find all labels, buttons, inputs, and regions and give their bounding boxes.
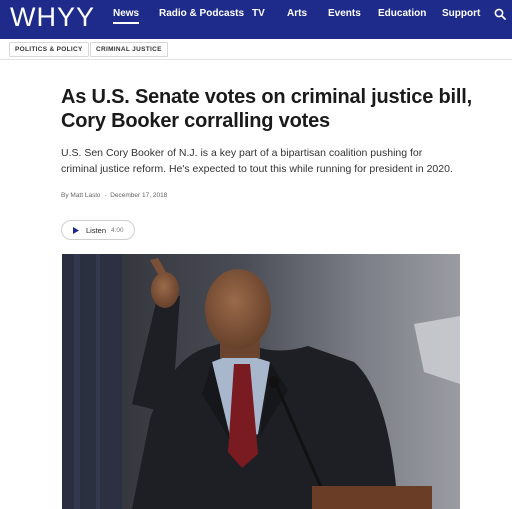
listen-duration: 4:00 <box>111 227 124 234</box>
hero-photo <box>62 254 460 509</box>
nav-item-news[interactable]: News <box>113 8 140 24</box>
top-nav: WHYY News Radio & Podcasts TV Arts Event… <box>0 0 512 39</box>
category-bar: POLITICS & POLICY CRIMINAL JUSTICE <box>0 39 512 60</box>
article-dek: U.S. Sen Cory Booker of N.J. is a key pa… <box>61 147 453 175</box>
nav-item-arts[interactable]: Arts <box>287 8 307 20</box>
listen-label: Listen <box>86 226 107 235</box>
category-tag-criminal-justice[interactable]: CRIMINAL JUSTICE <box>90 42 168 57</box>
category-tag-politics-policy[interactable]: POLITICS & POLICY <box>9 42 89 57</box>
article-headline: As U.S. Senate votes on criminal justice… <box>61 86 472 132</box>
play-icon <box>73 227 79 234</box>
byline: By Matt Laslo · December 17, 2018 <box>61 192 167 199</box>
search-icon[interactable] <box>494 8 506 20</box>
nav-item-events[interactable]: Events <box>328 8 361 20</box>
hero-photo-illustration <box>62 254 460 509</box>
nav-item-radio-podcasts[interactable]: Radio & Podcasts <box>159 8 244 20</box>
site-logo[interactable]: WHYY <box>10 2 95 32</box>
nav-item-support[interactable]: Support <box>442 8 480 20</box>
byline-prefix: By <box>61 192 69 199</box>
listen-button[interactable]: Listen 4:00 <box>61 220 135 240</box>
publish-date: December 17, 2018 <box>110 192 168 199</box>
author-link[interactable]: Matt Laslo <box>70 192 100 199</box>
nav-item-tv[interactable]: TV <box>252 8 265 20</box>
byline-separator: · <box>104 192 107 199</box>
nav-item-education[interactable]: Education <box>378 8 426 20</box>
